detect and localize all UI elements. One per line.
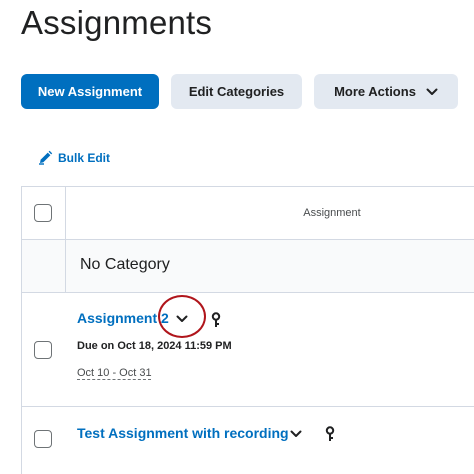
more-actions-button[interactable]: More Actions: [314, 74, 458, 109]
due-date: Due on Oct 18, 2024 11:59 PM: [77, 340, 232, 352]
highlight-circle-annotation: [158, 295, 206, 338]
column-header-assignment[interactable]: Assignment: [66, 187, 474, 239]
assignment-link[interactable]: Test Assignment with recording: [77, 425, 289, 441]
key-icon[interactable]: [211, 312, 221, 328]
assignment-link[interactable]: Assignment 2: [77, 310, 169, 326]
chevron-down-icon[interactable]: [290, 430, 302, 438]
divider: [22, 239, 474, 240]
bulk-edit-label: Bulk Edit: [58, 150, 111, 165]
edit-categories-label: Edit Categories: [188, 84, 285, 99]
pencil-icon: [39, 150, 53, 165]
page-title: Assignments: [21, 4, 213, 41]
edit-categories-button[interactable]: Edit Categories: [171, 74, 302, 109]
key-icon[interactable]: [325, 426, 335, 442]
divider: [22, 406, 474, 407]
bulk-edit-link[interactable]: Bulk Edit: [38, 150, 110, 165]
row-checkbox[interactable]: [34, 341, 52, 359]
assignments-page: Assignments New Assignment Edit Categori…: [0, 0, 474, 474]
category-label: No Category: [80, 256, 170, 273]
chevron-down-icon: [426, 88, 438, 95]
availability-dates[interactable]: Oct 10 - Oct 31: [77, 367, 152, 379]
select-all-checkbox[interactable]: [34, 204, 52, 222]
new-assignment-button[interactable]: New Assignment: [21, 74, 159, 109]
divider: [22, 292, 474, 293]
more-actions-label: More Actions: [334, 84, 416, 99]
new-assignment-label: New Assignment: [37, 84, 143, 99]
row-checkbox[interactable]: [34, 430, 52, 448]
